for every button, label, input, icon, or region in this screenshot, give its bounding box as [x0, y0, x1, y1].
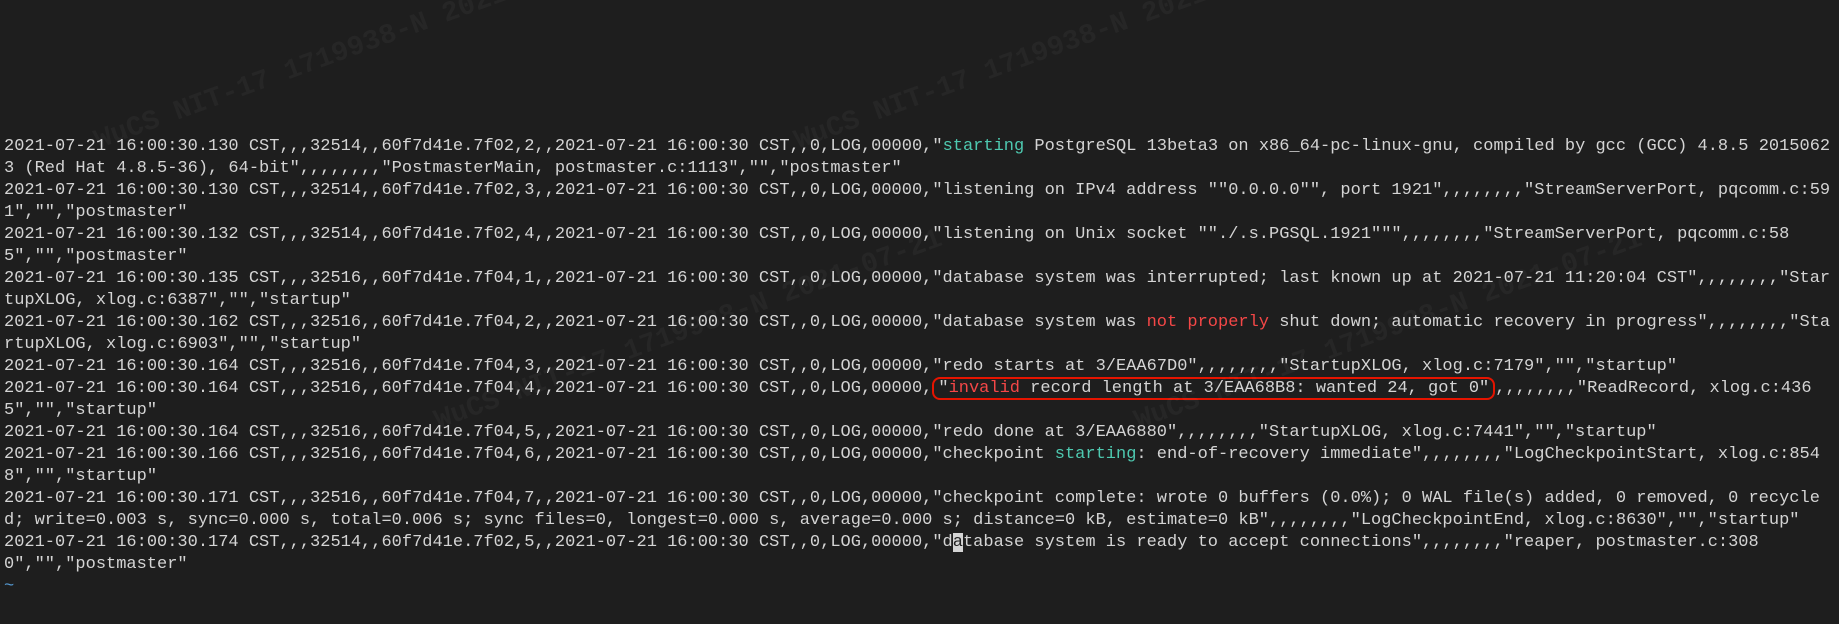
- log-text: 2021-07-21 16:00:30.166 CST,,,32516,,60f…: [4, 445, 1055, 464]
- vim-tilde: ~: [4, 577, 14, 596]
- log-line: ~: [4, 576, 1835, 598]
- log-line: 2021-07-21 16:00:30.164 CST,,,32516,,60f…: [4, 356, 1835, 378]
- log-line: 2021-07-21 16:00:30.171 CST,,,32516,,60f…: [4, 488, 1835, 532]
- log-line: 2021-07-21 16:00:30.135 CST,,,32516,,60f…: [4, 268, 1835, 312]
- log-line: 2021-07-21 16:00:30.162 CST,,,32516,,60f…: [4, 312, 1835, 356]
- log-line: 2021-07-21 16:00:30.164 CST,,,32516,,60f…: [4, 422, 1835, 444]
- log-text: ": [938, 379, 948, 398]
- log-line: 2021-07-21 16:00:30.132 CST,,,32514,,60f…: [4, 224, 1835, 268]
- log-text: 2021-07-21 16:00:30.164 CST,,,32516,,60f…: [4, 423, 1657, 442]
- log-text: 2021-07-21 16:00:30.164 CST,,,32516,,60f…: [4, 379, 932, 398]
- log-keyword: starting: [943, 137, 1025, 156]
- log-keyword: invalid: [949, 379, 1020, 398]
- error-callout: "invalid record length at 3/EAA68B8: wan…: [932, 377, 1495, 400]
- log-text: 2021-07-21 16:00:30.130 CST,,,32514,,60f…: [4, 137, 943, 156]
- log-keyword: not properly: [1147, 313, 1269, 332]
- log-line: 2021-07-21 16:00:30.130 CST,,,32514,,60f…: [4, 180, 1835, 224]
- log-keyword: starting: [1055, 445, 1137, 464]
- log-text: record length at 3/EAA68B8: wanted 24, g…: [1020, 379, 1489, 398]
- log-line: 2021-07-21 16:00:30.130 CST,,,32514,,60f…: [4, 136, 1835, 180]
- log-text: 2021-07-21 16:00:30.130 CST,,,32514,,60f…: [4, 181, 1830, 222]
- log-text: 2021-07-21 16:00:30.132 CST,,,32514,,60f…: [4, 225, 1789, 266]
- log-text: 2021-07-21 16:00:30.164 CST,,,32516,,60f…: [4, 357, 1677, 376]
- terminal-cursor: a: [953, 533, 963, 552]
- log-text: 2021-07-21 16:00:30.162 CST,,,32516,,60f…: [4, 313, 1147, 332]
- log-line: 2021-07-21 16:00:30.166 CST,,,32516,,60f…: [4, 444, 1835, 488]
- log-line: 2021-07-21 16:00:30.164 CST,,,32516,,60f…: [4, 378, 1835, 422]
- log-line: 2021-07-21 16:00:30.174 CST,,,32514,,60f…: [4, 532, 1835, 576]
- log-text: 2021-07-21 16:00:30.174 CST,,,32514,,60f…: [4, 533, 953, 552]
- log-text: 2021-07-21 16:00:30.135 CST,,,32516,,60f…: [4, 269, 1830, 310]
- terminal-output[interactable]: WuCS NIT-17 1719938-N 2021-07-21 WuCS NI…: [0, 0, 1839, 624]
- watermark: WuCS NIT-17 1719938-N 2021-07-21: [792, 0, 1305, 153]
- watermark: WuCS NIT-17 1719938-N 2021-07-21: [92, 0, 605, 153]
- log-text: 2021-07-21 16:00:30.171 CST,,,32516,,60f…: [4, 489, 1820, 530]
